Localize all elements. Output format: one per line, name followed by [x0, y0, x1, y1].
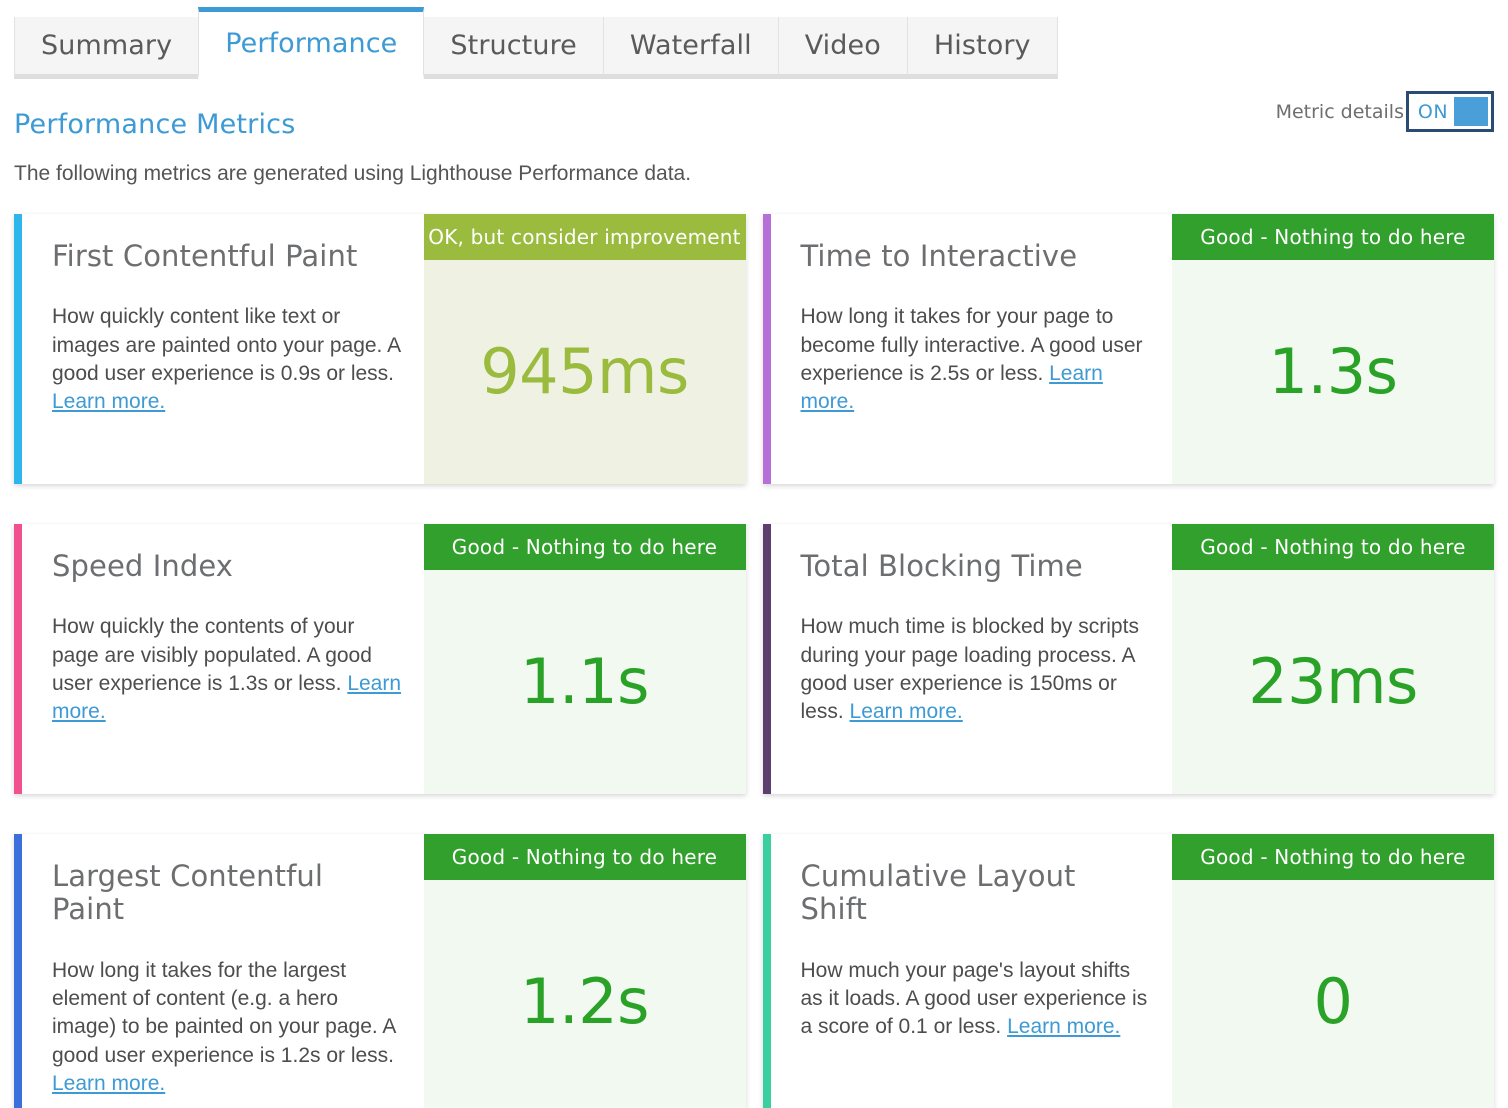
- learn-more-link[interactable]: Learn more.: [850, 700, 963, 723]
- metric-details-toggle-group[interactable]: Metric details ON: [1276, 91, 1494, 132]
- metric-card-cumulative-layout-shift: Cumulative Layout Shift How much your pag…: [763, 834, 1495, 1108]
- metric-result: Good - Nothing to do here 1.2s: [424, 834, 746, 1108]
- toggle-knob-icon[interactable]: [1454, 97, 1488, 126]
- metric-result: Good - Nothing to do here 23ms: [1172, 524, 1494, 794]
- metric-value: 1.1s: [520, 651, 649, 713]
- metric-description: How long it takes for your page to becom…: [801, 303, 1151, 416]
- metric-card-largest-contentful-paint: Largest Contentful Paint How long it take…: [14, 834, 746, 1108]
- learn-more-link[interactable]: Learn more.: [52, 1072, 165, 1095]
- metric-result: Good - Nothing to do here 0: [1172, 834, 1494, 1108]
- metric-description: How quickly the contents of your page ar…: [52, 613, 402, 726]
- metric-result: OK, but consider improvement 945ms: [424, 214, 746, 484]
- status-badge: Good - Nothing to do here: [424, 834, 746, 880]
- metric-description: How much your page's layout shifts as it…: [801, 957, 1151, 1042]
- tab-waterfall[interactable]: Waterfall: [603, 17, 779, 79]
- metric-description: How much time is blocked by scripts duri…: [801, 613, 1151, 726]
- metric-card-total-blocking-time: Total Blocking Time How much time is bloc…: [763, 524, 1495, 794]
- metric-description: How quickly content like text or images …: [52, 303, 402, 416]
- metric-value-pane: 945ms: [424, 260, 746, 484]
- status-badge: OK, but consider improvement: [424, 214, 746, 260]
- status-badge: Good - Nothing to do here: [1172, 214, 1494, 260]
- metric-value-pane: 0: [1172, 880, 1494, 1108]
- metric-value-pane: 1.1s: [424, 570, 746, 794]
- metric-title: Total Blocking Time: [801, 550, 1151, 583]
- tab-structure[interactable]: Structure: [423, 17, 604, 79]
- metric-title: Speed Index: [52, 550, 402, 583]
- metric-value: 945ms: [480, 341, 689, 403]
- metric-value: 1.2s: [520, 971, 649, 1033]
- metric-title: First Contentful Paint: [52, 240, 402, 273]
- metric-info: Time to Interactive How long it takes for…: [771, 214, 1173, 484]
- metric-value-pane: 1.2s: [424, 880, 746, 1108]
- metric-info: Total Blocking Time How much time is bloc…: [771, 524, 1173, 794]
- metric-value: 23ms: [1248, 651, 1418, 713]
- metric-accent-bar: [14, 524, 22, 794]
- metric-title: Cumulative Layout Shift: [801, 860, 1151, 927]
- learn-more-link[interactable]: Learn more.: [1007, 1015, 1120, 1038]
- metric-accent-bar: [14, 214, 22, 484]
- metric-accent-bar: [763, 524, 771, 794]
- metric-info: Largest Contentful Paint How long it take…: [22, 834, 424, 1108]
- metric-result: Good - Nothing to do here 1.3s: [1172, 214, 1494, 484]
- metric-value-pane: 23ms: [1172, 570, 1494, 794]
- metric-accent-bar: [763, 214, 771, 484]
- metric-card-first-contentful-paint: First Contentful Paint How quickly conten…: [14, 214, 746, 484]
- metric-details-label: Metric details: [1276, 101, 1404, 123]
- metric-info: Speed Index How quickly the contents of y…: [22, 524, 424, 794]
- tab-history[interactable]: History: [907, 17, 1058, 79]
- metric-info: First Contentful Paint How quickly conten…: [22, 214, 424, 484]
- tab-bar: SummaryPerformanceStructureWaterfallVide…: [0, 0, 1508, 79]
- metric-description-text: How quickly the contents of your page ar…: [52, 615, 372, 695]
- status-badge: Good - Nothing to do here: [424, 524, 746, 570]
- metric-card-time-to-interactive: Time to Interactive How long it takes for…: [763, 214, 1495, 484]
- metric-details-state-text: ON: [1412, 101, 1454, 123]
- page-title: Performance Metrics: [14, 109, 1494, 140]
- metrics-grid: First Contentful Paint How quickly conten…: [0, 214, 1508, 1108]
- metric-value-pane: 1.3s: [1172, 260, 1494, 484]
- status-badge: Good - Nothing to do here: [1172, 524, 1494, 570]
- learn-more-link[interactable]: Learn more.: [52, 390, 165, 413]
- tab-video[interactable]: Video: [778, 17, 908, 79]
- page-header: Performance Metrics The following metric…: [0, 79, 1508, 186]
- tab-performance[interactable]: Performance: [198, 7, 424, 79]
- metric-details-switch[interactable]: ON: [1406, 91, 1494, 132]
- metric-description-text: How long it takes for the largest elemen…: [52, 959, 395, 1067]
- tab-summary[interactable]: Summary: [14, 17, 199, 79]
- metric-info: Cumulative Layout Shift How much your pag…: [771, 834, 1173, 1108]
- metric-description: How long it takes for the largest elemen…: [52, 957, 402, 1099]
- metric-accent-bar: [763, 834, 771, 1108]
- metric-accent-bar: [14, 834, 22, 1108]
- status-badge: Good - Nothing to do here: [1172, 834, 1494, 880]
- metric-result: Good - Nothing to do here 1.1s: [424, 524, 746, 794]
- metric-card-speed-index: Speed Index How quickly the contents of y…: [14, 524, 746, 794]
- metric-title: Time to Interactive: [801, 240, 1151, 273]
- metric-value: 1.3s: [1269, 341, 1398, 403]
- metric-value: 0: [1314, 971, 1353, 1033]
- metric-description-text: How quickly content like text or images …: [52, 305, 400, 385]
- metric-title: Largest Contentful Paint: [52, 860, 402, 927]
- page-subtitle: The following metrics are generated usin…: [14, 162, 1494, 186]
